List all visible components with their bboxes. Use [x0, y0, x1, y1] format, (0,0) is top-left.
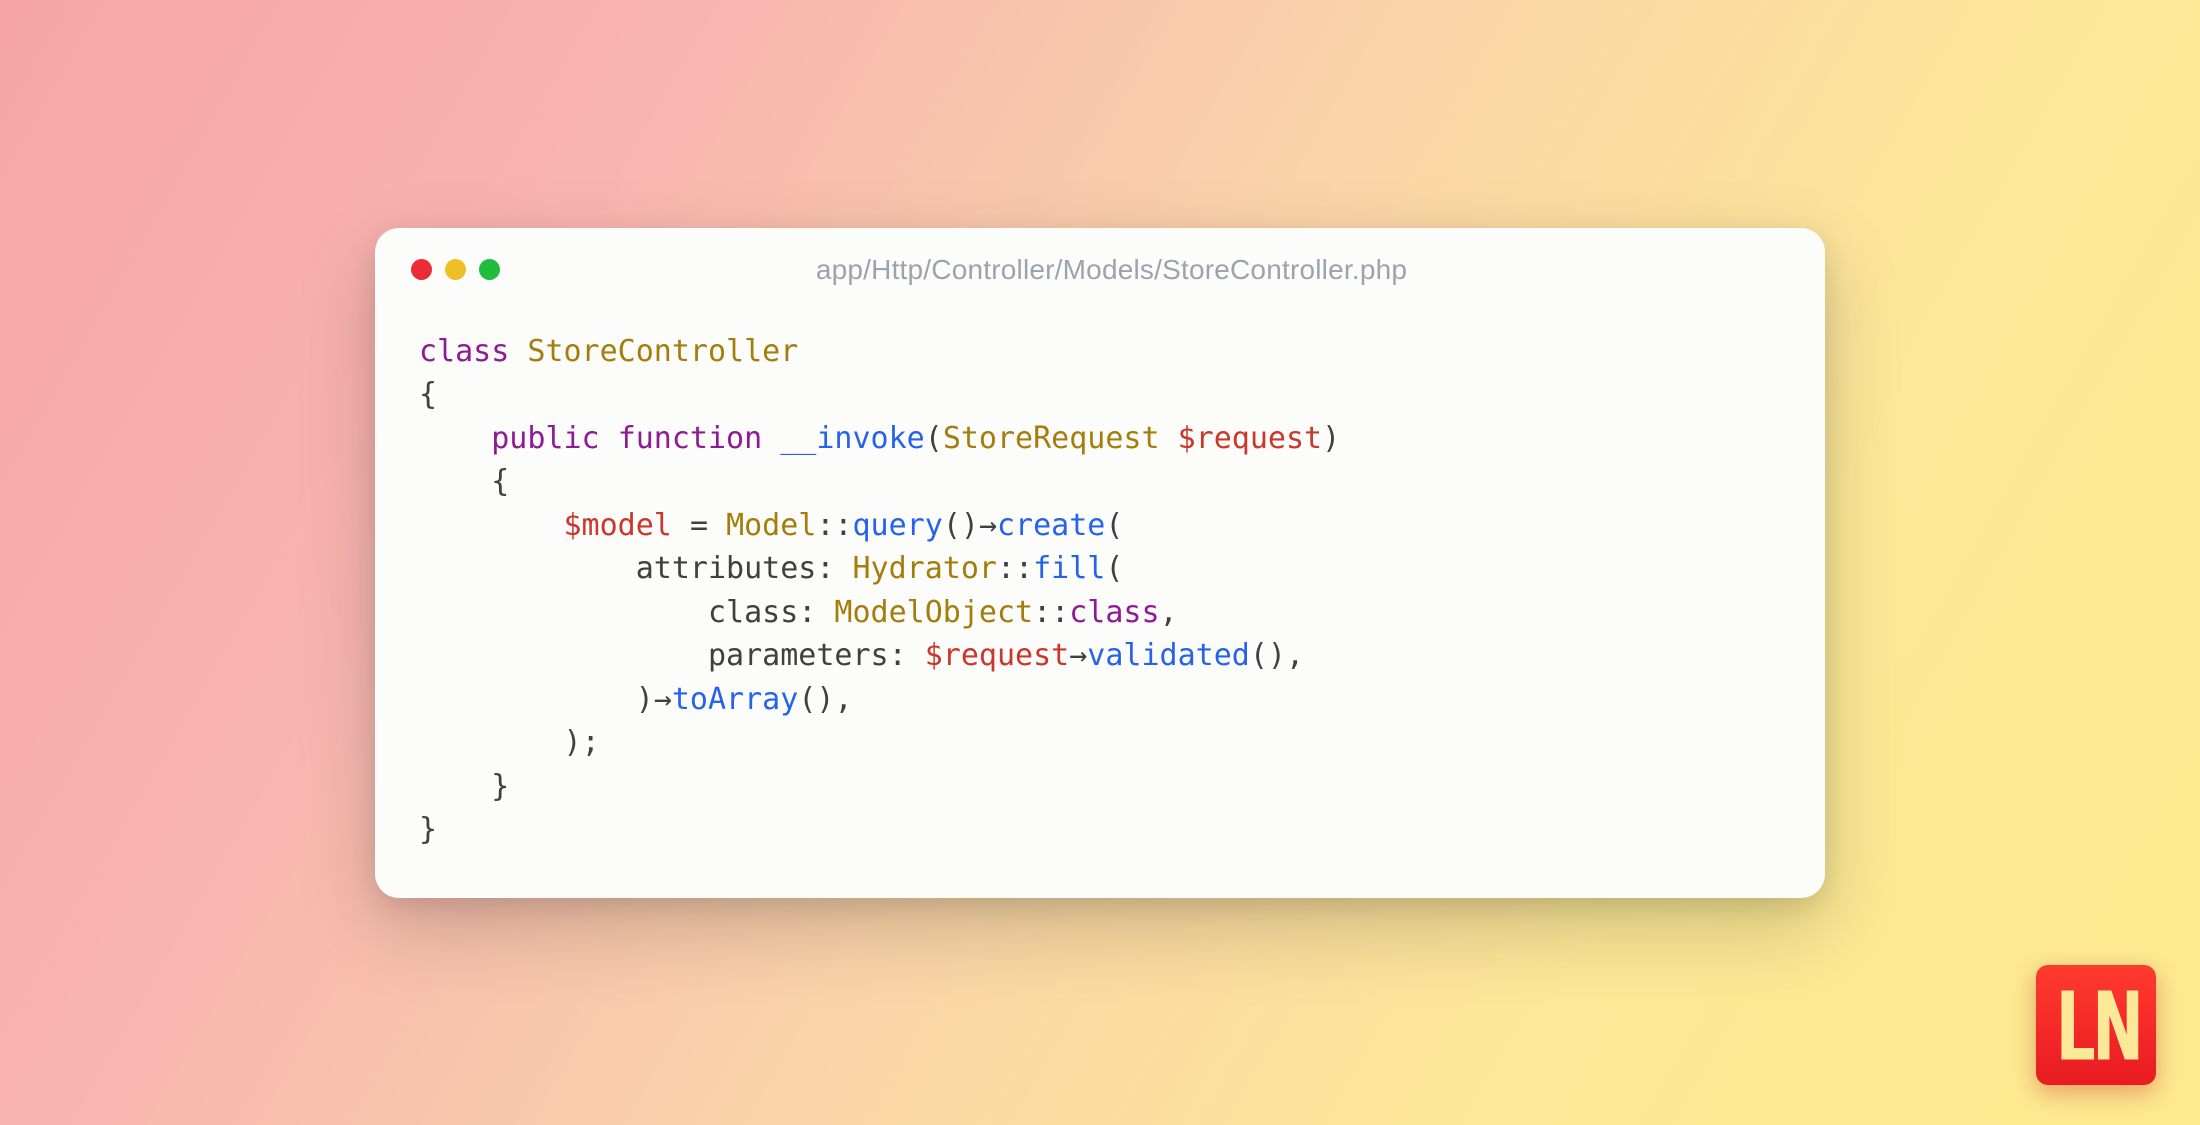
paren-open: (	[925, 421, 943, 456]
param-type: StoreRequest	[943, 421, 1160, 456]
paren-close: )	[636, 682, 654, 717]
method-query: query	[853, 508, 943, 543]
keyword-public: public	[491, 421, 599, 456]
logo-ln-icon	[2048, 977, 2144, 1073]
double-colon: ::	[816, 508, 852, 543]
equals: =	[690, 508, 708, 543]
method-fill: fill	[1033, 551, 1105, 586]
brace-close: }	[491, 769, 509, 804]
arrow-icon: →	[1069, 638, 1087, 673]
double-colon: ::	[1033, 595, 1069, 630]
paren-close: )	[961, 508, 979, 543]
paren-close: )	[564, 725, 582, 760]
traffic-lights	[411, 259, 500, 280]
method-name: __invoke	[780, 421, 925, 456]
class-model: Model	[726, 508, 816, 543]
class-name: StoreController	[527, 334, 798, 369]
named-attributes: attributes:	[636, 551, 835, 586]
minimize-icon[interactable]	[445, 259, 466, 280]
keyword-class: class	[419, 334, 509, 369]
code-block: class StoreController { public function …	[375, 296, 1825, 898]
named-parameters: parameters:	[708, 638, 907, 673]
brace-close: }	[419, 812, 437, 847]
paren-close: )	[1322, 421, 1340, 456]
paren-close: )	[1268, 638, 1286, 673]
close-icon[interactable]	[411, 259, 432, 280]
paren-open: (	[1250, 638, 1268, 673]
param-var: $request	[1178, 421, 1323, 456]
method-create: create	[997, 508, 1105, 543]
class-modelobject: ModelObject	[834, 595, 1033, 630]
method-toarray: toArray	[672, 682, 798, 717]
paren-close: )	[816, 682, 834, 717]
class-hydrator: Hydrator	[853, 551, 998, 586]
keyword-function: function	[618, 421, 763, 456]
paren-open: (	[798, 682, 816, 717]
comma: ,	[1286, 638, 1304, 673]
editor-window: app/Http/Controller/Models/StoreControll…	[375, 228, 1825, 898]
method-validated: validated	[1087, 638, 1250, 673]
var-model: $model	[564, 508, 672, 543]
maximize-icon[interactable]	[479, 259, 500, 280]
var-request: $request	[925, 638, 1070, 673]
paren-open: (	[1105, 508, 1123, 543]
arrow-icon: →	[979, 508, 997, 543]
brace-open: {	[419, 377, 437, 412]
arrow-icon: →	[654, 682, 672, 717]
paren-open: (	[943, 508, 961, 543]
window-titlebar: app/Http/Controller/Models/StoreControll…	[375, 228, 1825, 296]
brace-open: {	[491, 464, 509, 499]
brand-logo	[2036, 965, 2156, 1085]
paren-open: (	[1105, 551, 1123, 586]
comma: ,	[834, 682, 852, 717]
double-colon: ::	[997, 551, 1033, 586]
semicolon: ;	[582, 725, 600, 760]
keyword-classconst: class	[1069, 595, 1159, 630]
named-class: class:	[708, 595, 816, 630]
comma: ,	[1160, 595, 1178, 630]
window-title: app/Http/Controller/Models/StoreControll…	[514, 254, 1789, 286]
